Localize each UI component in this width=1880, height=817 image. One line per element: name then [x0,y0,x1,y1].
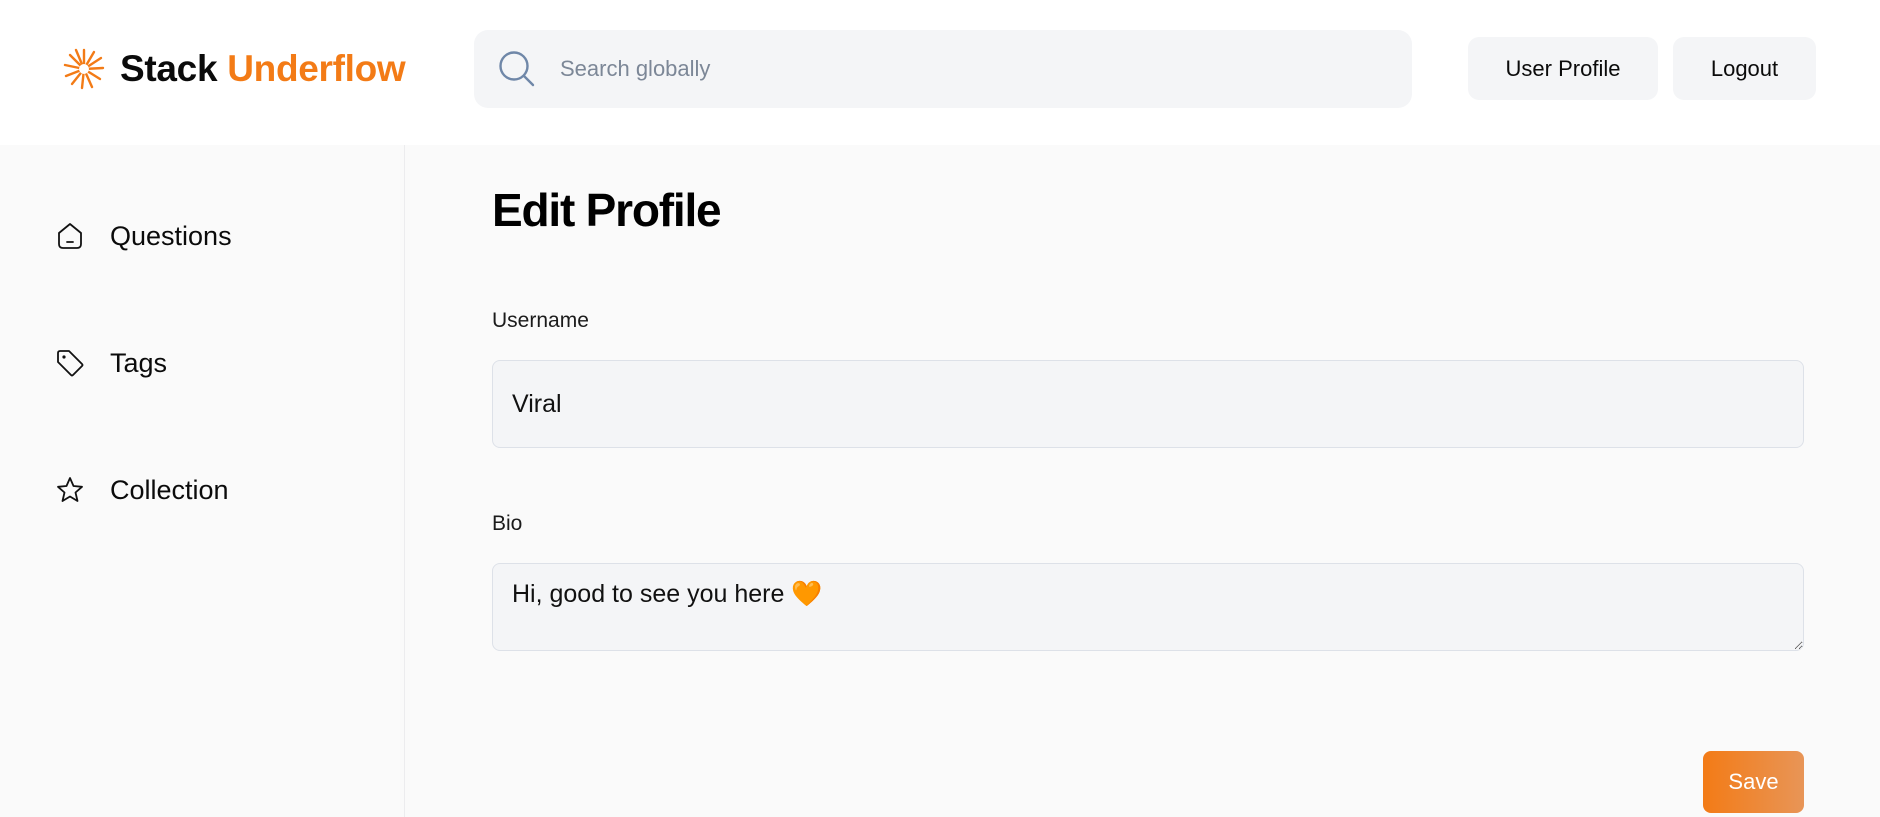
brand-name-part2: Underflow [227,48,406,89]
brand-name-part1: Stack [120,48,218,89]
search-icon [499,51,535,87]
bio-label: Bio [492,512,523,535]
brand-name: Stack Underflow [120,48,406,90]
tag-icon [57,350,84,377]
sidebar-item-tags[interactable]: Tags [54,343,167,383]
star-icon [57,477,83,502]
top-header: Stack Underflow User Profile Logout [0,0,1880,145]
sidebar-item-questions[interactable]: Questions [54,216,232,256]
save-button[interactable]: Save [1703,751,1804,813]
username-field[interactable] [492,360,1804,448]
sidebar-item-label: Tags [110,347,168,378]
username-label: Username [492,309,589,332]
sidebar: Questions Tags Collection [0,145,405,817]
sidebar-item-collection[interactable]: Collection [54,470,229,510]
bio-textarea[interactable]: Hi, good to see you here 🧡 [492,563,1804,651]
edit-profile-form: Edit Profile Username Bio Hi, good to se… [492,145,1804,817]
user-profile-button[interactable]: User Profile [1468,37,1658,100]
page-title: Edit Profile [492,184,722,236]
sidebar-item-label: Collection [110,474,229,505]
home-icon [58,223,82,249]
page-body: Questions Tags Collection Edit Profile U… [0,145,1880,817]
logout-button[interactable]: Logout [1673,37,1816,100]
sidebar-item-label: Questions [110,220,232,251]
global-search-bar[interactable] [474,30,1412,108]
brand-logo[interactable]: Stack Underflow [62,44,406,94]
search-input[interactable] [560,30,1392,108]
sunburst-logo-icon [63,48,105,90]
